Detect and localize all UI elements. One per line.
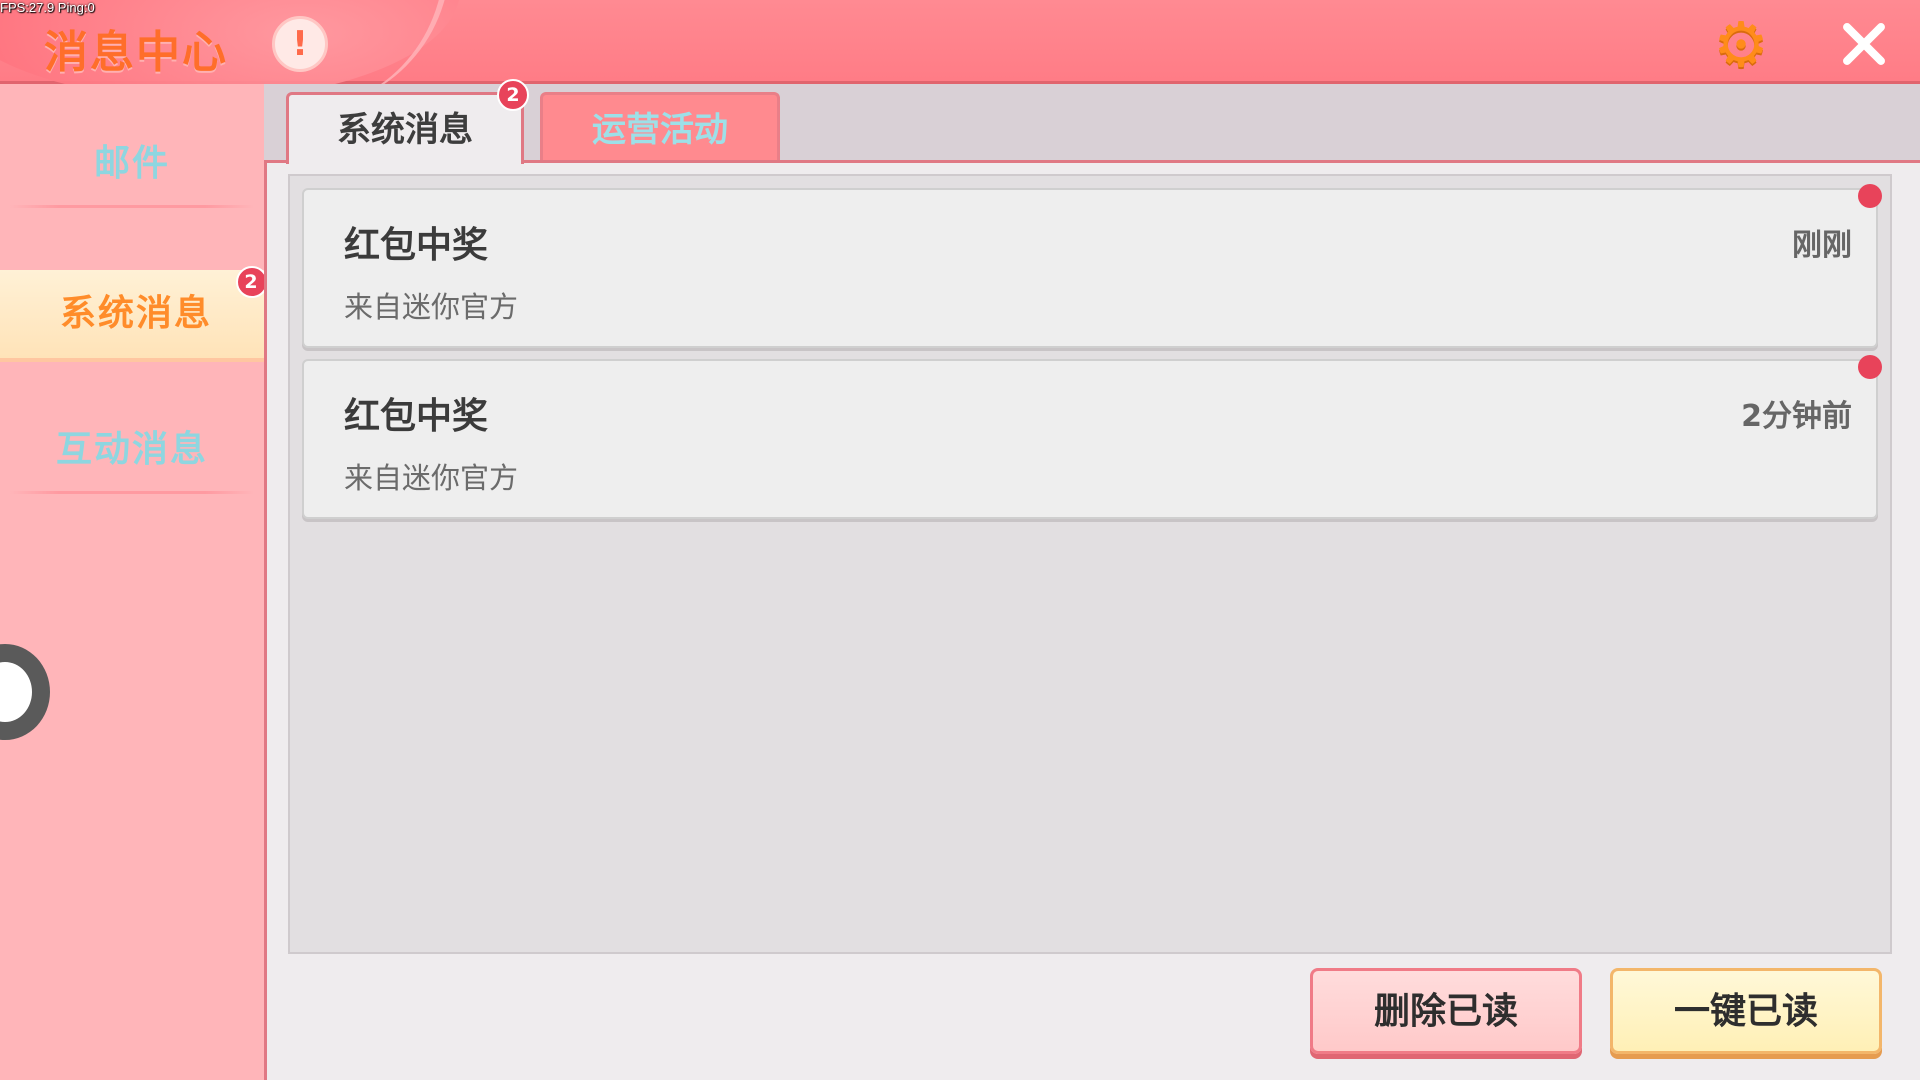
floating-drag-handle[interactable] (0, 644, 50, 740)
message-time: 2分钟前 (1741, 399, 1852, 434)
sidebar-item-label: 互动消息 (55, 429, 208, 470)
exclamation-icon[interactable]: ! (272, 16, 328, 72)
header-bar: FPS:27.9 Ping:0 消息中心 ! ⚙ (0, 0, 1920, 110)
page-title: 消息中心 (44, 27, 228, 78)
sidebar-item-mail[interactable]: 邮件 (0, 120, 264, 208)
sidebar-item-label: 系统消息 (59, 293, 212, 334)
tab-label: 系统消息 (337, 110, 473, 150)
close-icon[interactable] (1834, 14, 1894, 74)
sidebar-item-label: 邮件 (93, 143, 170, 184)
delete-read-button[interactable]: 删除已读 (1310, 968, 1582, 1054)
message-title: 红包中奖 (344, 225, 489, 266)
tab-system-messages[interactable]: 系统消息 2 (286, 79, 529, 164)
sidebar: 邮件 系统消息 2 互动消息 (0, 84, 272, 1080)
fps-counter: FPS:27.9 Ping:0 (0, 0, 95, 15)
unread-dot (1858, 184, 1882, 208)
message-item[interactable]: 红包中奖 来自迷你官方 2分钟前 (302, 355, 1882, 519)
tab-operations-activities[interactable]: 运营活动 (540, 92, 780, 162)
message-title: 红包中奖 (344, 396, 489, 437)
tab-unread-badge: 2 (497, 79, 529, 111)
gear-icon[interactable]: ⚙ (1708, 12, 1774, 78)
message-time: 刚刚 (1792, 228, 1852, 263)
sidebar-item-system-messages[interactable]: 系统消息 2 (0, 266, 272, 358)
mark-all-read-button[interactable]: 一键已读 (1610, 968, 1882, 1054)
message-item[interactable]: 红包中奖 来自迷你官方 刚刚 (302, 184, 1882, 348)
message-source: 来自迷你官方 (344, 461, 519, 495)
tab-label: 运营活动 (592, 110, 728, 150)
sidebar-item-interaction-messages[interactable]: 互动消息 (0, 406, 264, 494)
message-source: 来自迷你官方 (344, 290, 519, 324)
unread-dot (1858, 355, 1882, 379)
